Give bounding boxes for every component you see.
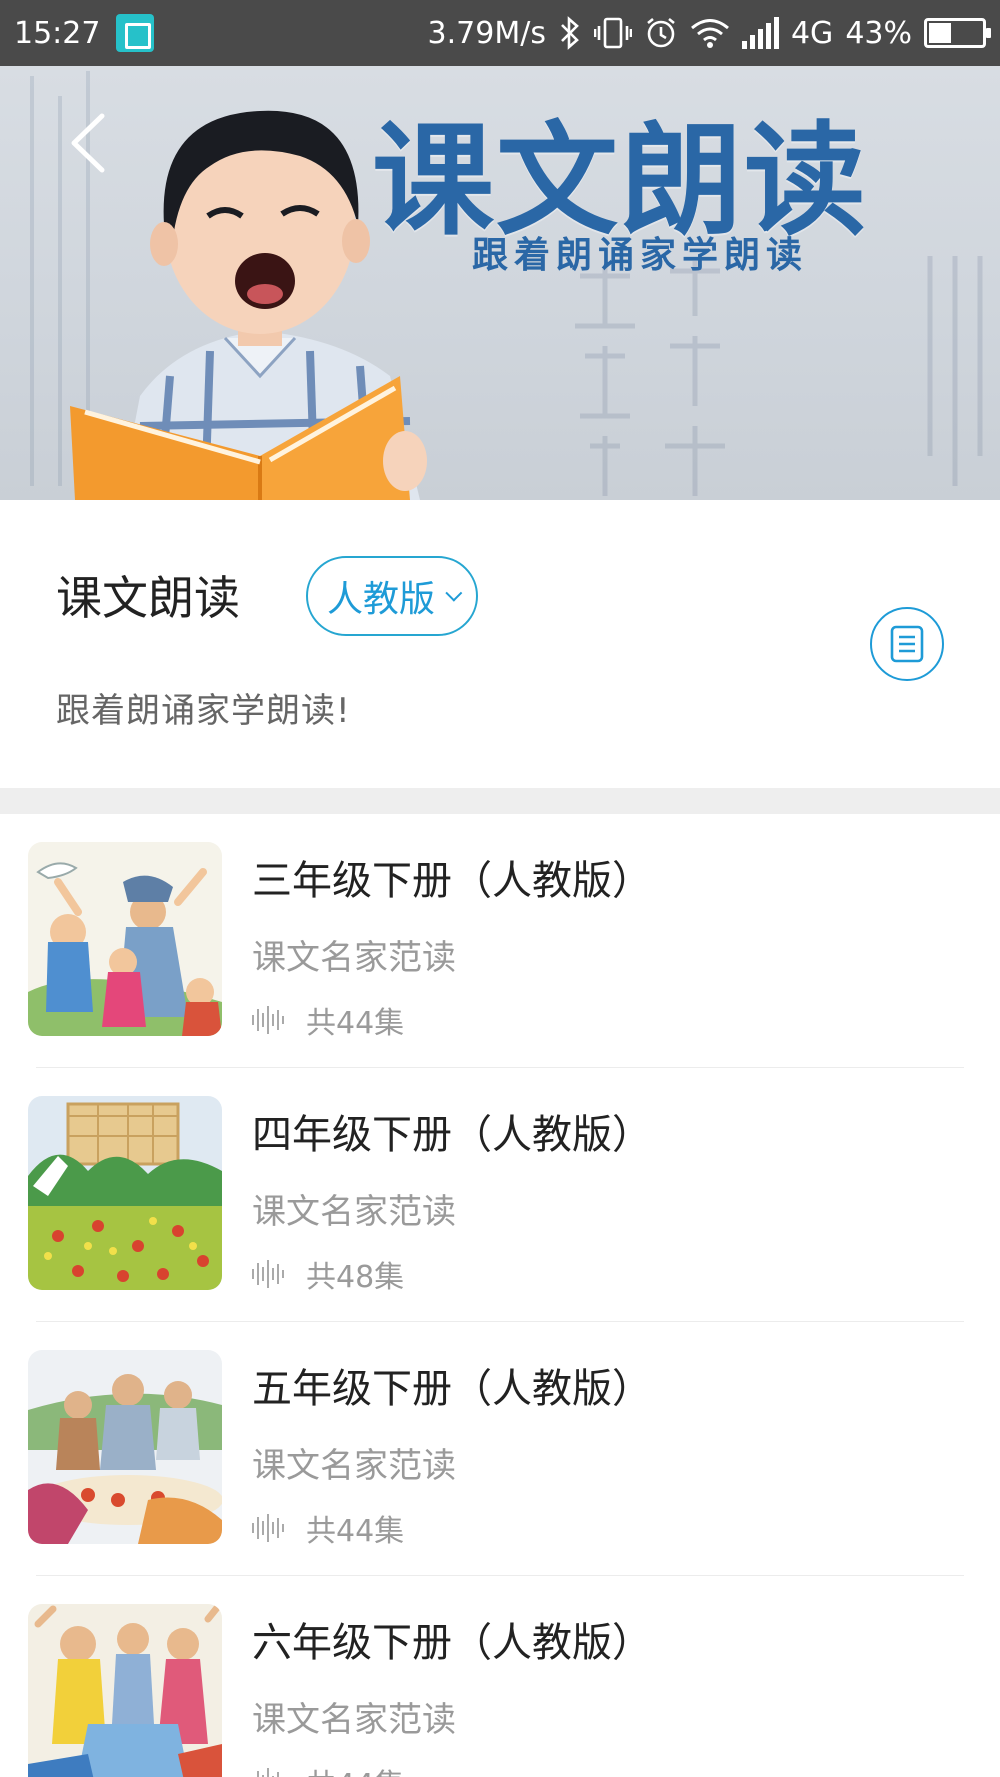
- audio-wave-icon: [252, 1005, 284, 1035]
- episode-count: 共48集: [306, 1260, 405, 1295]
- document-list-icon: [890, 625, 924, 663]
- network-speed: 3.79M/s: [427, 15, 546, 51]
- audio-wave-icon: [252, 1767, 284, 1777]
- catalog-list-button[interactable]: [870, 607, 944, 681]
- wifi-icon: [690, 13, 730, 53]
- status-time: 15:27: [14, 15, 101, 51]
- audio-wave-icon: [252, 1513, 284, 1543]
- album-count-row: 共44集: [252, 1506, 404, 1550]
- episode-count: 共44集: [306, 1514, 405, 1549]
- signal-icon: [741, 17, 779, 49]
- album-subtitle: 课文名家范读: [252, 938, 456, 978]
- network-type: 4G: [790, 15, 834, 51]
- album-list: 三年级下册（人教版） 课文名家范读 共44集 四年级下册（人教版） 课文名家范读: [0, 814, 1000, 1777]
- chevron-down-icon: [445, 584, 463, 602]
- battery-percent: 43%: [845, 15, 912, 51]
- album-cover-image: [28, 1604, 222, 1777]
- album-title: 五年级下册（人教版）: [252, 1366, 652, 1412]
- bluetooth-icon: [558, 13, 582, 53]
- album-subtitle: 课文名家范读: [252, 1700, 456, 1740]
- alarm-icon: [644, 13, 678, 53]
- banner: 课文朗读 跟着朗诵家学朗读: [0, 66, 1000, 500]
- album-item[interactable]: 六年级下册（人教版） 课文名家范读 共44集: [0, 1576, 1000, 1777]
- section-divider: [0, 788, 1000, 814]
- page-description: 跟着朗诵家学朗读!: [56, 691, 351, 731]
- edition-label: 人教版: [326, 579, 435, 620]
- album-count-row: 共48集: [252, 1252, 404, 1296]
- status-right: 3.79M/s 4G 43%: [427, 13, 991, 53]
- album-subtitle: 课文名家范读: [252, 1192, 456, 1232]
- album-cover-image: [28, 842, 222, 1036]
- album-item[interactable]: 四年级下册（人教版） 课文名家范读 共48集: [0, 1068, 1000, 1322]
- album-cover-image: [28, 1350, 222, 1544]
- back-arrow-icon[interactable]: [62, 108, 122, 178]
- edition-selector[interactable]: 人教版: [306, 556, 478, 636]
- banner-faded-characters: [575, 256, 983, 496]
- screenshot-scan-icon: [116, 14, 155, 52]
- episode-count: 共44集: [306, 1006, 405, 1041]
- album-count-row: 共44集: [252, 998, 404, 1042]
- album-title: 六年级下册（人教版）: [252, 1620, 652, 1666]
- audio-wave-icon: [252, 1259, 284, 1289]
- page-title: 课文朗读: [56, 571, 240, 625]
- album-subtitle: 课文名家范读: [252, 1446, 456, 1486]
- album-title: 三年级下册（人教版）: [252, 858, 652, 904]
- album-item[interactable]: 三年级下册（人教版） 课文名家范读 共44集: [0, 814, 1000, 1068]
- status-bar: 15:27 3.79M/s 4G 43%: [0, 0, 1000, 66]
- battery-level: [929, 23, 951, 43]
- vibrate-icon: [593, 13, 632, 53]
- album-count-row: 共44集: [252, 1760, 404, 1777]
- album-item[interactable]: 五年级下册（人教版） 课文名家范读 共44集: [0, 1322, 1000, 1576]
- album-cover-image: [28, 1096, 222, 1290]
- episode-count: 共44集: [306, 1760, 404, 1777]
- banner-subtitle: 跟着朗诵家学朗读: [472, 235, 809, 276]
- status-left: 15:27: [14, 14, 155, 52]
- battery-icon: [924, 18, 991, 48]
- intro-section: 课文朗读 人教版 跟着朗诵家学朗读!: [0, 500, 1000, 788]
- album-title: 四年级下册（人教版）: [252, 1112, 652, 1158]
